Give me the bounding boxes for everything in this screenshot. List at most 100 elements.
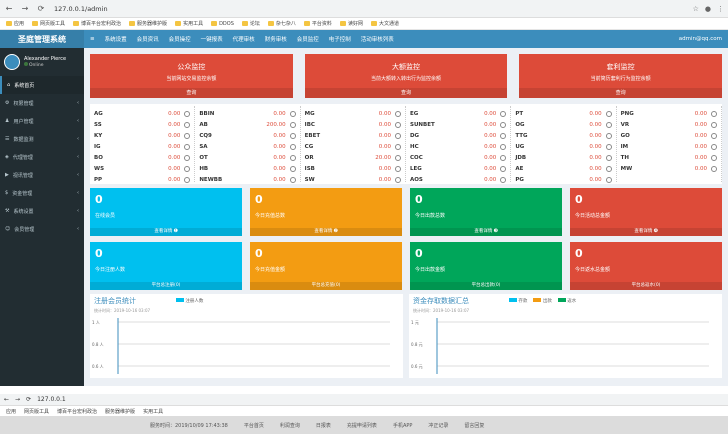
refresh-icon[interactable] <box>605 121 612 128</box>
details-link[interactable]: 平台总出款(0) <box>410 282 562 290</box>
bookmark[interactable]: 应用 <box>6 20 24 27</box>
sidebar-item-users[interactable]: ♟ 用户管理 ‹ <box>0 112 84 130</box>
star-icon[interactable]: ☆ <box>693 5 699 13</box>
nav-item[interactable]: 会员操控 <box>169 35 191 43</box>
user-email[interactable]: admin@qq.com <box>679 36 722 42</box>
refresh-icon[interactable] <box>184 154 191 161</box>
query-button[interactable]: 查询 <box>304 88 508 98</box>
refresh-icon[interactable] <box>184 143 191 150</box>
nav-item[interactable]: 代理审核 <box>233 35 255 43</box>
footer-link[interactable]: 日报表 <box>316 422 331 429</box>
footer-link[interactable]: 充提申请列表 <box>347 422 377 429</box>
nav-item[interactable]: 财务审核 <box>265 35 287 43</box>
refresh-icon[interactable] <box>605 154 612 161</box>
refresh-icon[interactable] <box>605 132 612 139</box>
bookmark[interactable]: 大文通道 <box>370 20 399 27</box>
app-logo[interactable]: 圣庭管理系统 <box>0 30 84 48</box>
bookmark[interactable]: 博百平台宏利政治 <box>73 20 121 27</box>
bookmark[interactable]: 服务器维护版 <box>105 408 135 415</box>
refresh-icon[interactable] <box>289 143 296 150</box>
nav-item[interactable]: 会员资讯 <box>137 35 159 43</box>
refresh-icon[interactable] <box>289 132 296 139</box>
sidebar-item-video[interactable]: ▶ 视讯管理 ‹ <box>0 166 84 184</box>
nav-item[interactable]: 活动审核列表 <box>361 35 394 43</box>
footer-link[interactable]: 手机APP <box>393 422 412 429</box>
bookmark[interactable]: 实用工具 <box>143 408 163 415</box>
refresh-icon[interactable] <box>394 121 401 128</box>
sidebar-item-data[interactable]: ☰ 数据监测 ‹ <box>0 130 84 148</box>
nav-item[interactable]: 一键报表 <box>201 35 223 43</box>
refresh-icon[interactable] <box>710 110 717 117</box>
refresh-icon[interactable] <box>289 154 296 161</box>
bookmark[interactable]: 读好网 <box>339 20 363 27</box>
refresh-icon[interactable] <box>500 165 507 172</box>
bookmark[interactable]: 博百平台宏利政治 <box>57 408 97 415</box>
reload-icon[interactable]: ⟳ <box>26 396 31 403</box>
refresh-icon[interactable] <box>500 110 507 117</box>
details-link[interactable]: 平台总注册(0) <box>90 282 242 290</box>
back-icon[interactable]: ← <box>4 396 9 403</box>
refresh-icon[interactable] <box>394 154 401 161</box>
address-bar[interactable]: 127.0.0.1/admin <box>54 5 108 13</box>
address-bar[interactable]: 127.0.0.1 <box>37 396 66 403</box>
refresh-icon[interactable] <box>184 110 191 117</box>
refresh-icon[interactable] <box>500 121 507 128</box>
footer-link[interactable]: 留言回复 <box>464 422 484 429</box>
refresh-icon[interactable] <box>394 176 401 183</box>
refresh-icon[interactable] <box>500 176 507 183</box>
hamburger-icon[interactable]: ≡ <box>90 36 95 42</box>
nav-item[interactable]: 系统设置 <box>105 35 127 43</box>
sidebar-item-settings[interactable]: ⚒ 系统设置 ‹ <box>0 202 84 220</box>
refresh-icon[interactable] <box>184 121 191 128</box>
refresh-icon[interactable] <box>605 176 612 183</box>
refresh-icon[interactable] <box>605 110 612 117</box>
refresh-icon[interactable] <box>289 121 296 128</box>
query-button[interactable]: 查询 <box>519 88 723 98</box>
refresh-icon[interactable] <box>394 143 401 150</box>
refresh-icon[interactable] <box>289 110 296 117</box>
profile-icon[interactable]: ● <box>705 5 711 13</box>
back-icon[interactable]: ← <box>4 4 14 13</box>
details-link[interactable]: 查看详情 ➌ <box>410 228 562 236</box>
sidebar-item-funds[interactable]: $ 资金管理 ‹ <box>0 184 84 202</box>
sidebar-item-members[interactable]: ☺ 会员管理 ‹ <box>0 220 84 238</box>
bookmark[interactable]: 网页版工具 <box>32 20 65 27</box>
bookmark[interactable]: 网页版工具 <box>24 408 49 415</box>
refresh-icon[interactable] <box>184 176 191 183</box>
refresh-icon[interactable] <box>289 165 296 172</box>
refresh-icon[interactable] <box>184 165 191 172</box>
bookmark[interactable]: DDOS <box>211 21 234 27</box>
refresh-icon[interactable] <box>394 110 401 117</box>
sidebar-item-home[interactable]: ⌂ 系统首页 <box>0 76 84 94</box>
reload-icon[interactable]: ⟳ <box>36 4 46 13</box>
details-link[interactable]: 查看详情 ➊ <box>90 228 242 236</box>
refresh-icon[interactable] <box>605 143 612 150</box>
refresh-icon[interactable] <box>500 154 507 161</box>
refresh-icon[interactable] <box>394 132 401 139</box>
refresh-icon[interactable] <box>289 176 296 183</box>
refresh-icon[interactable] <box>710 143 717 150</box>
details-link[interactable]: 查看详情 ➍ <box>570 228 722 236</box>
refresh-icon[interactable] <box>184 132 191 139</box>
query-button[interactable]: 查询 <box>90 88 293 98</box>
details-link[interactable]: 平台总充值(0) <box>250 282 402 290</box>
nav-item[interactable]: 会员监控 <box>297 35 319 43</box>
bookmark[interactable]: 实用工具 <box>175 20 203 27</box>
refresh-icon[interactable] <box>605 165 612 172</box>
sidebar-item-permissions[interactable]: ⚙ 权限管理 ‹ <box>0 94 84 112</box>
menu-icon[interactable]: ⋮ <box>717 5 724 13</box>
bookmark[interactable]: 平台资料 <box>303 20 332 27</box>
forward-icon[interactable]: → <box>15 396 20 403</box>
footer-link[interactable]: 平台首页 <box>244 422 264 429</box>
forward-icon[interactable]: → <box>20 4 30 13</box>
refresh-icon[interactable] <box>394 165 401 172</box>
footer-link[interactable]: 冲正记录 <box>428 422 448 429</box>
refresh-icon[interactable] <box>500 143 507 150</box>
nav-item[interactable]: 电子控制 <box>329 35 351 43</box>
bookmark[interactable]: 杂七杂八 <box>267 20 296 27</box>
sidebar-item-agents[interactable]: ◈ 代理管理 ‹ <box>0 148 84 166</box>
details-link[interactable]: 平台总返水(0) <box>570 282 722 290</box>
bookmark[interactable]: 论坛 <box>241 20 260 27</box>
details-link[interactable]: 查看详情 ➋ <box>250 228 402 236</box>
refresh-icon[interactable] <box>500 132 507 139</box>
